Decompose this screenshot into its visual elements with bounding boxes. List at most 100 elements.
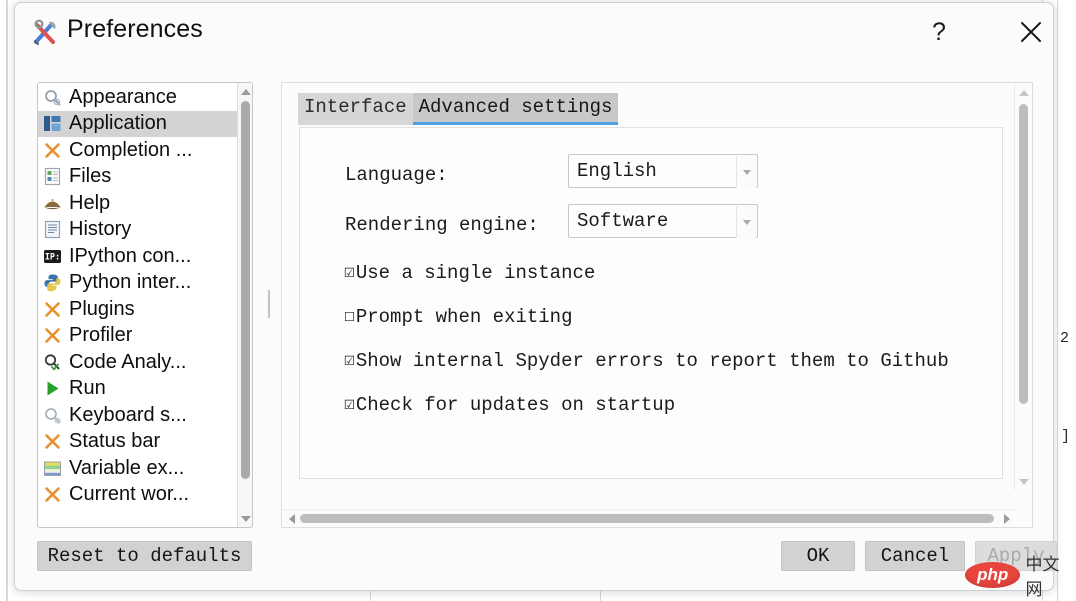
sidebar-item-files[interactable]: Files [38, 164, 237, 191]
language-label: Language: [345, 164, 448, 186]
sidebar-item-label: History [69, 218, 132, 241]
bg-divider-left [6, 0, 8, 601]
ok-button[interactable]: OK [781, 541, 855, 571]
scroll-up-arrow[interactable] [238, 84, 252, 99]
checkbox-check-updates[interactable]: ☑ Check for updates on startup [344, 394, 675, 416]
chevron-down-icon[interactable] [736, 156, 756, 188]
panel-hscrollbar-thumb[interactable] [300, 514, 994, 523]
sidebar-item-label: Run [69, 377, 106, 400]
sidebar-item-plugins[interactable]: Plugins [38, 296, 237, 323]
sidebar-scrollbar[interactable] [237, 83, 252, 527]
sidebar-items: Appearance Application Completion ... Files… [38, 84, 237, 508]
help-hat-icon [43, 194, 62, 213]
checkbox-show-internal-errors[interactable]: ☑ Show internal Spyder errors to report … [344, 350, 949, 372]
history-notepad-icon [43, 220, 62, 239]
sidebar-item-label: Current wor... [69, 483, 190, 506]
bg-divider-right [1057, 0, 1058, 601]
panel-vscrollbar-thumb[interactable] [1019, 104, 1028, 404]
sidebar-item-label: Profiler [69, 324, 133, 347]
panel-vertical-scrollbar[interactable] [1014, 84, 1031, 490]
sidebar-item-history[interactable]: History [38, 217, 237, 244]
run-play-icon [43, 379, 62, 398]
keyboard-shortcuts-icon [43, 406, 62, 425]
x-orange-icon [43, 432, 62, 451]
checkbox-label: Prompt when exiting [355, 306, 573, 328]
preferences-category-list[interactable]: Appearance Application Completion ... Files… [37, 82, 253, 528]
sidebar-item-label: Appearance [69, 85, 177, 108]
rendering-engine-label: Rendering engine: [345, 214, 539, 236]
sidebar-scrollbar-thumb[interactable] [241, 101, 250, 479]
x-orange-icon [43, 300, 62, 319]
sidebar-item-profiler[interactable]: Profiler [38, 323, 237, 350]
sidebar-item-label: Completion ... [69, 138, 193, 161]
sidebar-item-label: Application [69, 112, 167, 135]
files-icon [43, 167, 62, 186]
sidebar-item-label: Plugins [69, 297, 135, 320]
sidebar-item-code-analy[interactable]: Code Analy... [38, 349, 237, 376]
sidebar-item-python-inter[interactable]: Python inter... [38, 270, 237, 297]
ipython-console-icon: IP: [43, 247, 62, 266]
language-combobox[interactable]: English [568, 154, 758, 188]
language-row: Language: [345, 164, 448, 186]
x-orange-icon [43, 485, 62, 504]
sidebar-item-current-wor[interactable]: Current wor... [38, 482, 237, 509]
sidebar-item-appearance[interactable]: Appearance [38, 84, 237, 111]
checkbox-prompt-when-exiting[interactable]: ☐ Prompt when exiting [344, 306, 572, 328]
sidebar-item-keyboard-s[interactable]: Keyboard s... [38, 402, 237, 429]
rendering-engine-row: Rendering engine: [345, 214, 539, 236]
sidebar-item-variable-ex[interactable]: Variable ex... [38, 455, 237, 482]
watermark: php 中文网 [965, 550, 1076, 600]
screen: 2 ] Preferences ? Appearance Application… [0, 0, 1076, 601]
tab-advanced-settings[interactable]: Advanced settings [412, 93, 619, 125]
watermark-text: 中文网 [1025, 555, 1060, 599]
python-interpreter-icon [43, 273, 62, 292]
scroll-right-arrow[interactable] [998, 510, 1015, 527]
preferences-dialog: Preferences ? Appearance Application Compl… [14, 2, 1057, 591]
reset-to-defaults-button[interactable]: Reset to defaults [37, 541, 252, 571]
sidebar-item-completion[interactable]: Completion ... [38, 137, 237, 164]
sidebar-item-label: Help [69, 191, 111, 214]
code-analysis-icon [43, 353, 62, 372]
svg-text:IP:: IP: [45, 252, 60, 262]
dialog-body: Appearance Application Completion ... Files… [15, 60, 1057, 590]
sidebar-item-label: Keyboard s... [69, 403, 187, 426]
checkbox-label: Check for updates on startup [355, 394, 676, 416]
advanced-settings-page: Language: English Rendering engine: Soft… [299, 127, 1003, 479]
variable-explorer-icon [43, 459, 62, 478]
panel-splitter[interactable] [265, 240, 272, 370]
panel-horizontal-scrollbar[interactable] [283, 509, 1015, 526]
language-value: English [577, 160, 657, 182]
rendering-engine-value: Software [577, 210, 669, 232]
tab-bar: Interface Advanced settings [298, 93, 619, 125]
scroll-down-arrow[interactable] [1015, 473, 1032, 490]
sidebar-item-help[interactable]: Help [38, 190, 237, 217]
chevron-down-icon[interactable] [736, 206, 756, 238]
help-icon[interactable]: ? [919, 13, 959, 51]
checkbox-indicator[interactable]: ☐ [344, 308, 355, 326]
sidebar-item-label: Variable ex... [69, 456, 185, 479]
sidebar-item-application[interactable]: Application [38, 110, 237, 137]
tab-interface[interactable]: Interface [298, 93, 413, 125]
sidebar-item-ipython-con[interactable]: IP: IPython con... [38, 243, 237, 270]
checkbox-use-single-instance[interactable]: ☑ Use a single instance [344, 262, 595, 284]
rendering-engine-combobox[interactable]: Software [568, 204, 758, 238]
close-icon[interactable] [1011, 13, 1051, 51]
preferences-content-panel: Interface Advanced settings Language: En… [281, 82, 1033, 528]
sidebar-item-label: IPython con... [69, 244, 192, 267]
checkbox-indicator[interactable]: ☑ [344, 352, 355, 370]
application-layout-icon [43, 114, 62, 133]
checkbox-indicator[interactable]: ☑ [344, 396, 355, 414]
dialog-titlebar: Preferences ? [15, 3, 1053, 60]
sidebar-item-run[interactable]: Run [38, 376, 237, 403]
php-logo-icon: php [965, 562, 1021, 588]
sidebar-item-status-bar[interactable]: Status bar [38, 429, 237, 456]
checkbox-indicator[interactable]: ☑ [344, 264, 355, 282]
sidebar-item-label: Status bar [69, 430, 161, 453]
scroll-left-arrow[interactable] [283, 510, 300, 527]
tools-icon [31, 17, 61, 47]
scroll-down-arrow[interactable] [238, 511, 252, 526]
cancel-button[interactable]: Cancel [865, 541, 965, 571]
x-orange-icon [43, 326, 62, 345]
scroll-up-arrow[interactable] [1015, 84, 1032, 101]
checkbox-label: Show internal Spyder errors to report th… [355, 350, 949, 372]
